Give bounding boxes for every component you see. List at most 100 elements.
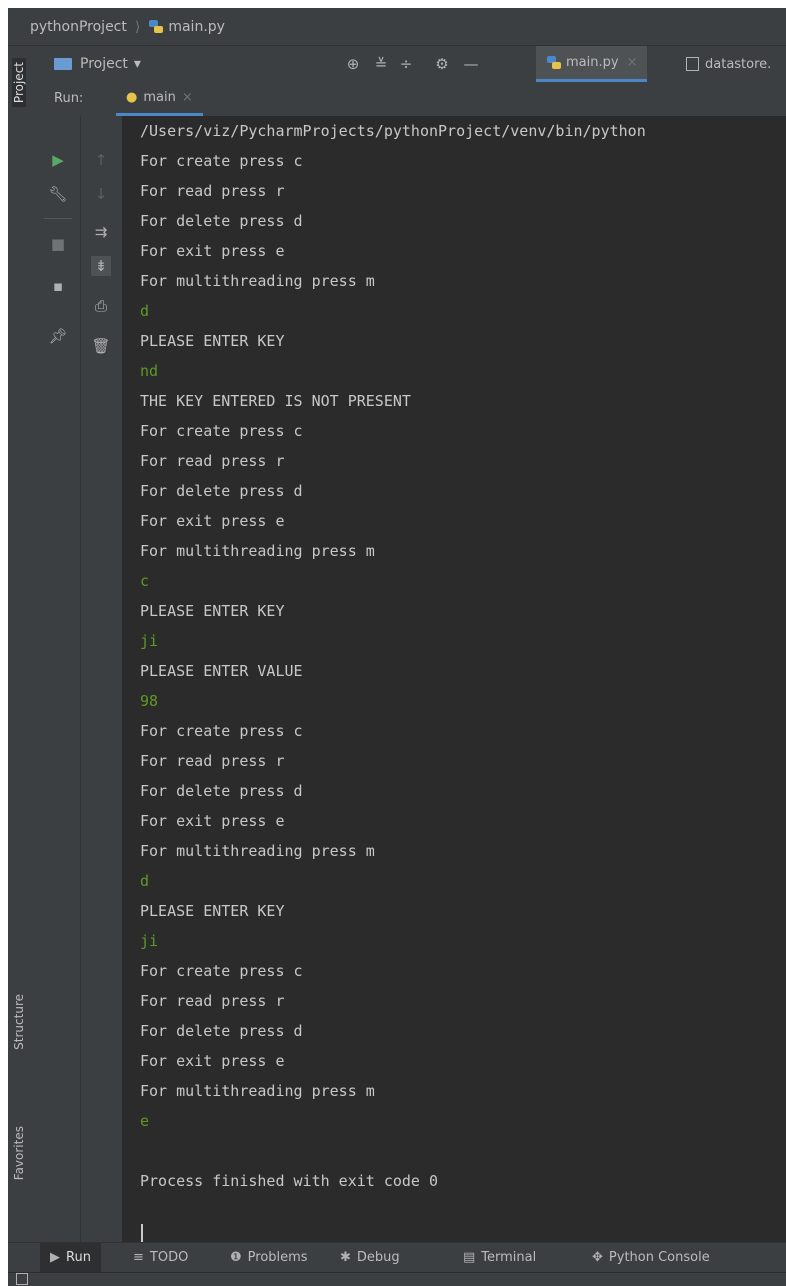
run-panel-label: Run: [54, 91, 84, 106]
scroll-to-end-icon[interactable]: ⇟ [91, 256, 111, 276]
close-icon[interactable]: × [182, 90, 193, 105]
bottom-tab-debug-label: Debug [356, 1250, 400, 1265]
gutter-divider [44, 218, 72, 219]
structure-tool-tab[interactable]: Structure [12, 994, 26, 1050]
console-output-line: For delete press d [140, 782, 303, 800]
structure-tool-label: Structure [12, 994, 26, 1050]
breadcrumb-project[interactable]: pythonProject [30, 19, 127, 35]
trash-icon[interactable]: 🗑︎ [91, 336, 111, 356]
console-output-line: For read press r [140, 182, 285, 200]
editor-tab-main[interactable]: main.py × [536, 46, 648, 82]
console-output-line: PLEASE ENTER KEY [140, 602, 285, 620]
console-output-line: For exit press e [140, 242, 285, 260]
project-label: Project [80, 56, 128, 72]
bottom-tab-problems-label: Problems [247, 1250, 308, 1265]
run-console-output[interactable]: /Users/viz/PycharmProjects/pythonProject… [123, 116, 786, 1242]
minimize-icon[interactable]: — [461, 54, 481, 74]
console-input-line: d [140, 872, 150, 890]
terminal-icon: ▤ [463, 1250, 476, 1265]
bottom-tab-run-label: Run [66, 1250, 91, 1265]
run-icon: ▶ [50, 1250, 60, 1265]
bottom-tab-run[interactable]: ▶ Run [40, 1243, 101, 1273]
collapse-all-icon[interactable]: ≚ [371, 54, 391, 74]
project-view-dropdown[interactable]: Project ▾ [54, 46, 141, 82]
console-output-line: For exit press e [140, 1052, 285, 1070]
project-tool-tab[interactable]: Project [12, 58, 26, 108]
tool-window-toggle-icon[interactable] [16, 1273, 28, 1285]
breadcrumb-file[interactable]: main.py [168, 19, 225, 35]
bottom-tab-python-console[interactable]: ✥ Python Console [592, 1243, 710, 1273]
ide-window: pythonProject ⟩ main.py Project Structur… [8, 8, 786, 1286]
target-icon[interactable]: ⊕ [343, 54, 363, 74]
text-cursor [141, 1224, 143, 1242]
console-output-line: For create press c [140, 152, 303, 170]
console-output-line: PLEASE ENTER VALUE [140, 662, 303, 680]
bottom-tab-terminal[interactable]: ▤ Terminal [463, 1243, 536, 1273]
expand-icon[interactable]: ÷ [396, 54, 416, 74]
stop-icon[interactable]: ■ [48, 234, 68, 254]
console-input-line: nd [140, 362, 159, 380]
console-output-line: For read press r [140, 452, 285, 470]
console-output-line: For multithreading press m [140, 1082, 375, 1100]
project-toolbar: Project ▾ ⊕ ≚ ÷ ⚙ — main.py × datastore. [36, 46, 786, 82]
breadcrumb-separator: ⟩ [134, 18, 141, 35]
console-input-line: ji [140, 932, 159, 950]
python-console-icon: ✥ [592, 1250, 603, 1265]
bottom-tab-todo[interactable]: ≡ TODO [133, 1243, 188, 1273]
project-folder-icon [54, 58, 72, 70]
console-output-line: For read press r [140, 752, 285, 770]
run-tab-label: main [143, 90, 176, 105]
pin-icon[interactable]: 📌︎ [48, 326, 68, 346]
python-file-icon [149, 19, 164, 33]
console-output-line: For multithreading press m [140, 272, 375, 290]
problems-icon: ❶ [230, 1250, 242, 1265]
file-icon [686, 57, 699, 71]
close-icon[interactable]: × [627, 55, 638, 70]
console-output-line: For exit press e [140, 512, 285, 530]
console-input-line: e [140, 1112, 150, 1130]
breadcrumb: pythonProject ⟩ main.py [8, 8, 786, 46]
bug-icon: ✱ [340, 1250, 351, 1265]
console-output-line: For create press c [140, 722, 303, 740]
editor-tab-label: datastore. [705, 56, 772, 72]
console-output-line: Process finished with exit code 0 [140, 1172, 439, 1190]
console-output-line: For exit press e [140, 812, 285, 830]
console-output-line: For delete press d [140, 212, 303, 230]
console-output-line: /Users/viz/PycharmProjects/pythonProject… [140, 122, 646, 140]
bottom-tab-problems[interactable]: ❶ Problems [230, 1243, 308, 1273]
run-tab-main[interactable]: ● main × [116, 82, 203, 116]
rerun-icon[interactable]: ▶ [48, 150, 68, 170]
print-icon[interactable]: ⎙ [91, 296, 111, 316]
console-input-line: c [140, 572, 150, 590]
console-output-line: THE KEY ENTERED IS NOT PRESENT [140, 392, 411, 410]
favorites-tool-label: Favorites [12, 1126, 26, 1181]
bottom-tab-terminal-label: Terminal [481, 1250, 537, 1265]
python-file-icon [547, 55, 561, 69]
console-output-line: For delete press d [140, 1022, 303, 1040]
favorites-tool-tab[interactable]: Favorites [12, 1126, 26, 1180]
wrench-icon[interactable]: 🔧︎ [48, 184, 68, 204]
editor-tab-datastore[interactable]: datastore. [686, 46, 771, 82]
layout-icon[interactable]: ▪ [48, 276, 68, 296]
up-arrow-icon[interactable]: ↑ [91, 150, 111, 170]
console-output-line: For read press r [140, 992, 285, 1010]
console-output-line: PLEASE ENTER KEY [140, 902, 285, 920]
console-controls-gutter: ↑ ↓ ⇉ ⇟ ⎙ 🗑︎ [81, 116, 123, 1242]
console-output-line: For multithreading press m [140, 842, 375, 860]
list-icon: ≡ [133, 1250, 144, 1265]
run-panel-header: Run: ● main × [36, 82, 786, 117]
soft-wrap-icon[interactable]: ⇉ [91, 222, 111, 242]
chevron-down-icon: ▾ [133, 56, 141, 72]
gear-icon[interactable]: ⚙ [432, 54, 452, 74]
bottom-tool-bar: ▶ Run ≡ TODO ❶ Problems ✱ Debug ▤ Terminal ✥ P… [8, 1242, 786, 1273]
bottom-tab-debug[interactable]: ✱ Debug [340, 1243, 400, 1273]
console-output-line: For create press c [140, 422, 303, 440]
console-input-line: 98 [140, 692, 159, 710]
status-bar [8, 1272, 786, 1286]
console-input-line: d [140, 302, 150, 320]
left-tool-strip: Project Structure Favorites [8, 46, 37, 1246]
down-arrow-icon[interactable]: ↓ [91, 184, 111, 204]
bottom-tab-todo-label: TODO [149, 1250, 189, 1265]
console-output-line: For delete press d [140, 482, 303, 500]
run-controls-gutter: ▶ 🔧︎ ■ ▪ 📌︎ [36, 116, 81, 1242]
